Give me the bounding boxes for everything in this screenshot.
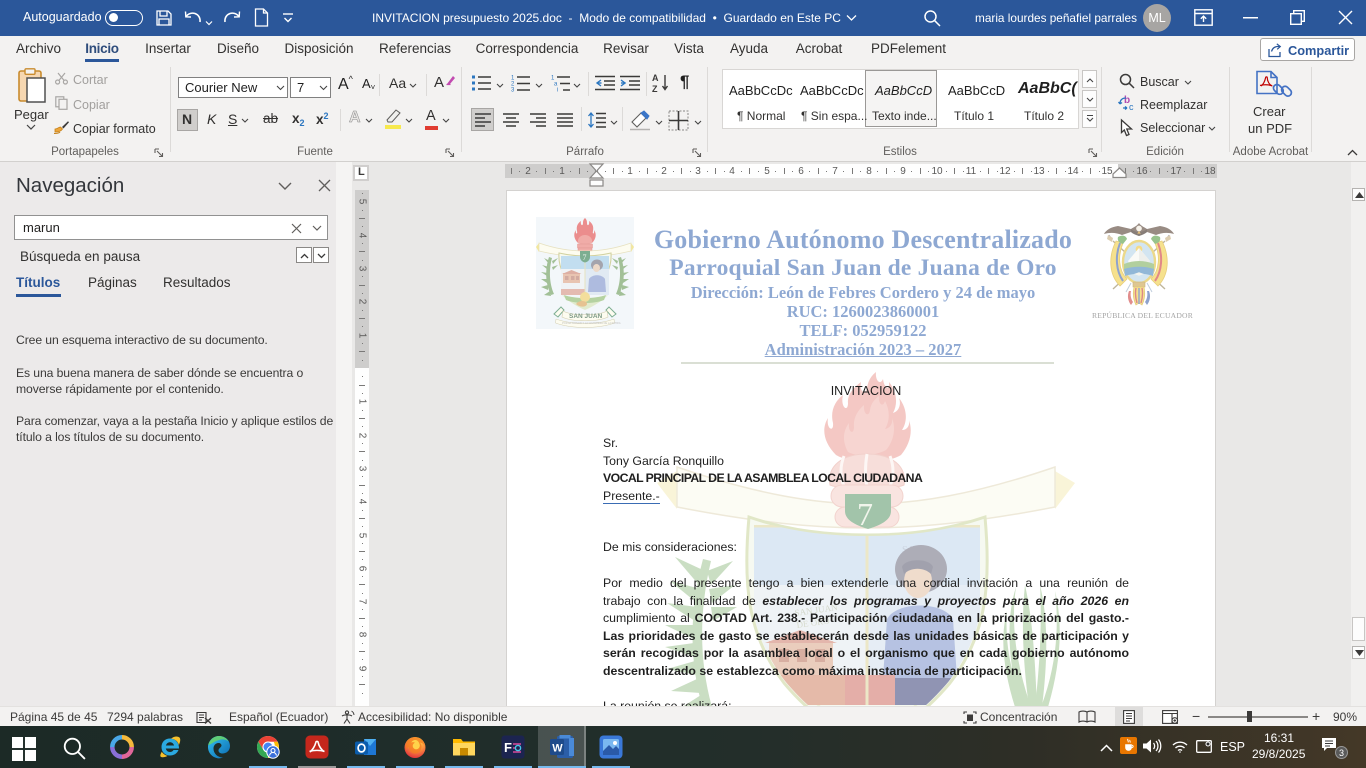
svg-text:A: A	[652, 73, 659, 83]
svg-text:i: i	[557, 88, 558, 94]
svg-text:3: 3	[511, 88, 515, 94]
svg-text:c: c	[1129, 102, 1134, 112]
svg-text:Z: Z	[652, 84, 658, 94]
svg-text:F: F	[504, 740, 512, 755]
svg-text:W: W	[552, 743, 563, 755]
